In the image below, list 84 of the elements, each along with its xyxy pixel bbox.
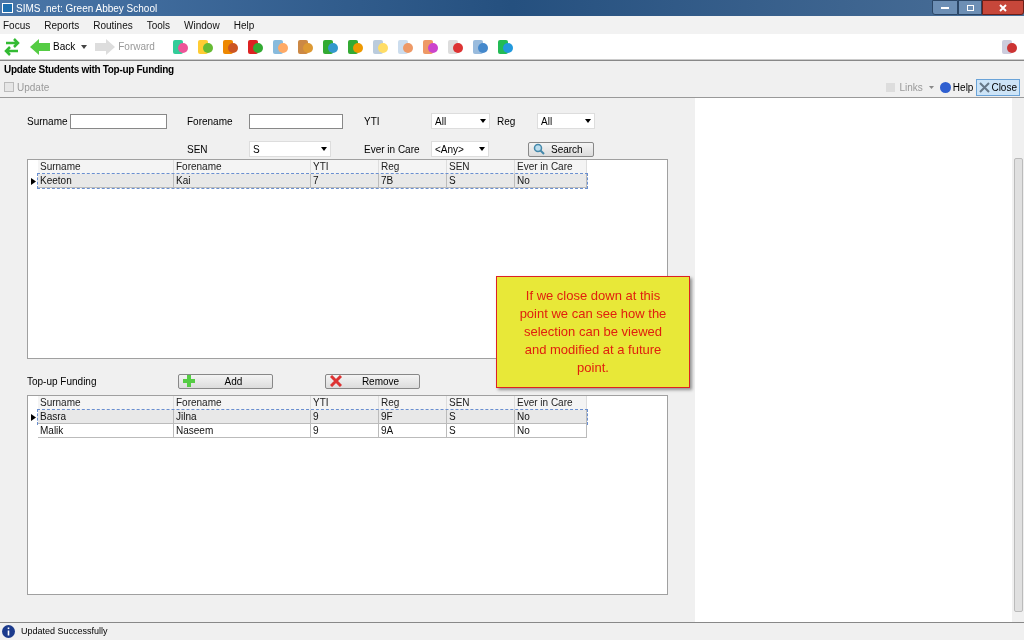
menu-item[interactable]: Routines bbox=[93, 17, 133, 33]
toolbar-icon[interactable] bbox=[195, 37, 214, 56]
menu-item[interactable]: Tools bbox=[146, 17, 171, 33]
help-button[interactable]: Help bbox=[939, 79, 974, 95]
toolbar-icon[interactable] bbox=[470, 37, 489, 56]
table-cell: 9 bbox=[311, 424, 379, 438]
toolbar-icon[interactable] bbox=[270, 37, 289, 56]
callout-note: If we close down at this point we can see how the selection can be viewed and modified at a future point. bbox=[496, 276, 690, 388]
field-label: Ever in Care bbox=[364, 142, 421, 157]
forward-arrow-icon bbox=[95, 38, 116, 55]
toolbar-icon[interactable] bbox=[170, 37, 189, 56]
field-label: SEN bbox=[187, 142, 209, 157]
column-header[interactable]: Surname bbox=[38, 396, 174, 410]
table-row[interactable]: Malik Naseem 9 9A S No bbox=[38, 424, 587, 438]
field-label: Forename bbox=[187, 114, 234, 129]
dropdown[interactable]: <Any> bbox=[431, 141, 489, 157]
status-text: Updated Successfully bbox=[21, 624, 108, 638]
menu-item[interactable]: Window bbox=[184, 17, 220, 33]
column-header[interactable]: Reg bbox=[379, 396, 447, 410]
plus-icon bbox=[183, 375, 195, 387]
swap-arrows-icon[interactable] bbox=[4, 37, 20, 56]
toolbar-icon[interactable] bbox=[345, 37, 364, 56]
section-label: Top-up Funding bbox=[27, 374, 98, 389]
table-row[interactable]: Keeton Kai 7 7B S No bbox=[38, 174, 587, 188]
toolbar-icon[interactable] bbox=[420, 37, 439, 56]
table-cell: Keeton bbox=[38, 174, 174, 188]
toolbar-icon[interactable] bbox=[445, 37, 464, 56]
maximize-button[interactable] bbox=[958, 0, 982, 15]
back-arrow-icon bbox=[30, 38, 50, 55]
page-title: Update Students with Top-up Funding bbox=[4, 62, 174, 77]
help-icon bbox=[939, 81, 951, 93]
toolbar-icon[interactable] bbox=[495, 37, 514, 56]
column-header[interactable]: Ever in Care bbox=[515, 160, 587, 174]
caret-icon[interactable] bbox=[81, 44, 88, 49]
input-field[interactable] bbox=[249, 113, 343, 129]
table-cell: Malik bbox=[38, 424, 174, 438]
field-label: Surname bbox=[27, 114, 69, 129]
menu-item[interactable]: Reports bbox=[44, 17, 80, 33]
column-header[interactable]: SEN bbox=[447, 160, 515, 174]
back-button[interactable]: Back bbox=[30, 38, 76, 55]
app-logo-icon bbox=[2, 3, 13, 13]
minimize-button[interactable] bbox=[932, 0, 958, 15]
table-cell: 9A bbox=[379, 424, 447, 438]
table-cell: Kai bbox=[174, 174, 311, 188]
table-cell: S bbox=[447, 174, 515, 188]
table-cell: S bbox=[447, 424, 515, 438]
toolbar-icon[interactable] bbox=[245, 37, 264, 56]
field-label: Reg bbox=[497, 114, 517, 129]
add-button[interactable]: Add bbox=[178, 373, 273, 389]
dropdown[interactable]: S bbox=[249, 141, 331, 157]
close-icon bbox=[999, 3, 1007, 12]
dropdown[interactable]: All bbox=[431, 113, 490, 129]
toolbar-icon[interactable] bbox=[295, 37, 314, 56]
table-cell: No bbox=[515, 424, 587, 438]
column-header[interactable]: Ever in Care bbox=[515, 396, 587, 410]
remove-button[interactable]: Remove bbox=[325, 373, 420, 389]
field-label: YTI bbox=[364, 114, 381, 129]
toolbar-icon[interactable] bbox=[220, 37, 239, 56]
column-header[interactable]: YTI bbox=[311, 396, 379, 410]
close-button[interactable]: Close bbox=[976, 78, 1020, 96]
table-cell: Naseem bbox=[174, 424, 311, 438]
column-header[interactable]: YTI bbox=[311, 160, 379, 174]
close-window-button[interactable] bbox=[982, 0, 1024, 15]
table-cell: 7 bbox=[311, 174, 379, 188]
cross-icon bbox=[330, 375, 342, 387]
menu-item[interactable]: Help bbox=[233, 17, 255, 33]
column-header[interactable]: Reg bbox=[379, 160, 447, 174]
table-cell: No bbox=[515, 174, 587, 188]
search-icon bbox=[533, 143, 545, 155]
table-cell: 7B bbox=[379, 174, 447, 188]
input-field[interactable] bbox=[70, 113, 167, 129]
dropdown[interactable]: All bbox=[537, 113, 595, 129]
column-header[interactable]: Forename bbox=[174, 160, 311, 174]
search-button[interactable]: Search bbox=[528, 141, 594, 157]
column-header[interactable]: SEN bbox=[447, 396, 515, 410]
window-title: SIMS .net: Green Abbey School bbox=[16, 1, 158, 16]
info-icon bbox=[2, 625, 15, 638]
toolbar-icon[interactable] bbox=[320, 37, 339, 56]
table-row[interactable]: Basra Jilna 9 9F S No bbox=[38, 410, 587, 424]
toolbar-icon[interactable] bbox=[395, 37, 414, 56]
column-header[interactable]: Forename bbox=[174, 396, 311, 410]
menu-item[interactable]: Focus bbox=[3, 17, 31, 33]
column-header[interactable]: Surname bbox=[38, 160, 174, 174]
close-icon bbox=[979, 81, 991, 93]
